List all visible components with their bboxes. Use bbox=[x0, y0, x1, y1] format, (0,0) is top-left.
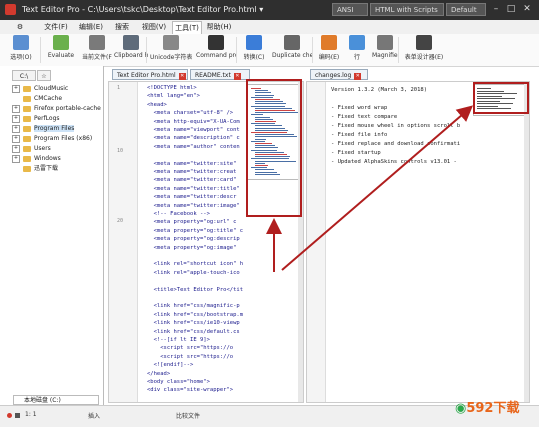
insert-mode[interactable]: 插入 bbox=[88, 411, 100, 420]
compare-files[interactable]: 比较文件 bbox=[176, 411, 200, 420]
stop-icon[interactable] bbox=[15, 413, 20, 418]
cursor-position: 1: 1 bbox=[25, 411, 37, 418]
site-watermark-logo: ◉592下载 bbox=[455, 401, 520, 416]
record-icon[interactable] bbox=[7, 413, 12, 418]
annotation-arrows bbox=[266, 105, 474, 272]
arrow-diagonal bbox=[281, 105, 474, 271]
